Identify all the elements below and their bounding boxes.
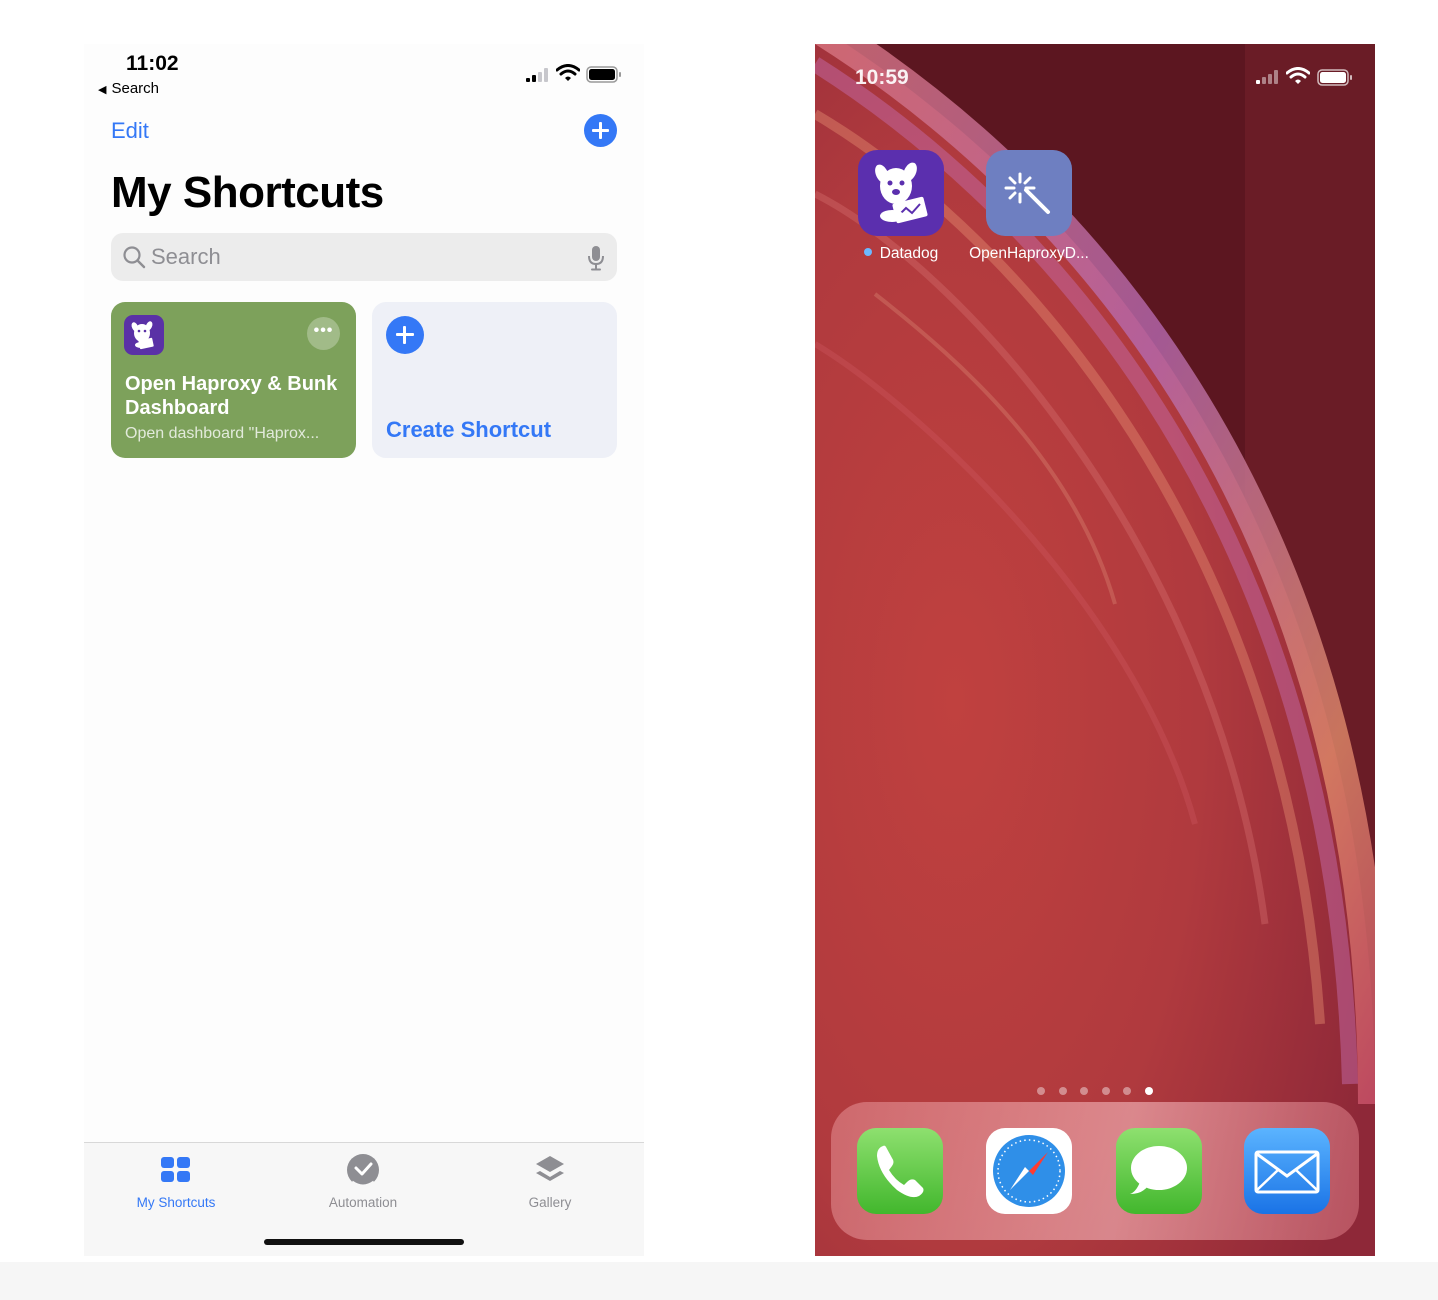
page-dot [1123,1087,1131,1095]
page-dot-active [1144,1087,1153,1095]
tab-label: My Shortcuts [136,1195,216,1210]
shortcuts-app-screen: 11:02 ◀ Search Edit My Shortcuts Search … [84,44,644,1256]
home-indicator[interactable] [264,1239,464,1245]
datadog-dog-icon [858,150,944,236]
back-label: Search [111,80,159,97]
dock-mail-app[interactable] [1244,1128,1330,1214]
datadog-dog-icon [124,315,164,355]
shortcut-title: Open Haproxy & Bunk Dashboard [125,373,338,419]
dock-phone-app[interactable] [857,1128,943,1214]
page-dot [1037,1087,1045,1095]
speech-bubble-icon [1130,1146,1187,1194]
new-app-dot [863,248,872,256]
magic-wand-icon [986,150,1072,236]
app-datadog[interactable]: Datadog [841,150,961,263]
tab-label: Automation [328,1195,398,1210]
battery-icon [586,66,621,83]
dock-messages-app[interactable] [1116,1128,1202,1214]
tab-automation[interactable]: Automation [283,1153,443,1210]
cellular-signal-icon [526,68,548,82]
page-dot [1058,1087,1067,1095]
create-shortcut-tile[interactable]: Create Shortcut [372,302,617,458]
page-dot [1080,1087,1088,1095]
plus-icon [386,316,424,354]
compass-icon [993,1135,1065,1207]
page-title: My Shortcuts [111,168,384,217]
checkmark-circle-icon [347,1154,379,1187]
microphone-icon[interactable] [587,245,605,271]
search-bar[interactable] [111,233,617,281]
page-dot [1101,1087,1110,1095]
shortcut-subtitle: Open dashboard "Haprox... [125,425,320,442]
app-open-haproxy-shortcut[interactable]: OpenHaproxyD... [969,150,1089,263]
more-options-button[interactable]: ••• [307,317,340,350]
wifi-icon [556,64,580,81]
envelope-icon [1254,1150,1320,1194]
cellular-signal-icon [1256,70,1278,84]
tab-my-shortcuts[interactable]: My Shortcuts [96,1153,256,1210]
tab-gallery[interactable]: Gallery [470,1153,630,1210]
add-shortcut-button[interactable] [584,114,617,147]
status-bar-time: 11:02 [126,52,179,75]
search-icon [123,246,146,269]
back-triangle-icon: ◀ [98,84,107,96]
home-screen: 10:59 Datadog OpenHaproxyD... [815,44,1375,1256]
dock-safari-app[interactable] [986,1128,1072,1214]
tab-label: Gallery [528,1195,572,1210]
app-label: OpenHaproxyD... [969,245,1089,262]
grid-icon [161,1157,190,1182]
search-input[interactable] [151,233,571,281]
app-label: Datadog [879,245,939,262]
layers-icon [536,1156,564,1181]
phone-icon [877,1145,924,1198]
create-shortcut-label: Create Shortcut [386,417,552,442]
shortcut-tile-open-haproxy[interactable]: ••• Open Haproxy & Bunk Dashboard Open d… [111,302,356,458]
page-bottom-band [0,1262,1438,1300]
edit-button[interactable]: Edit [111,118,149,144]
battery-icon [1317,69,1352,86]
dock [831,1102,1359,1240]
back-to-search-link[interactable]: ◀ Search [98,80,159,97]
wifi-icon [1286,67,1310,84]
status-bar-time: 10:59 [855,66,909,89]
page-indicator[interactable] [1037,1082,1166,1100]
